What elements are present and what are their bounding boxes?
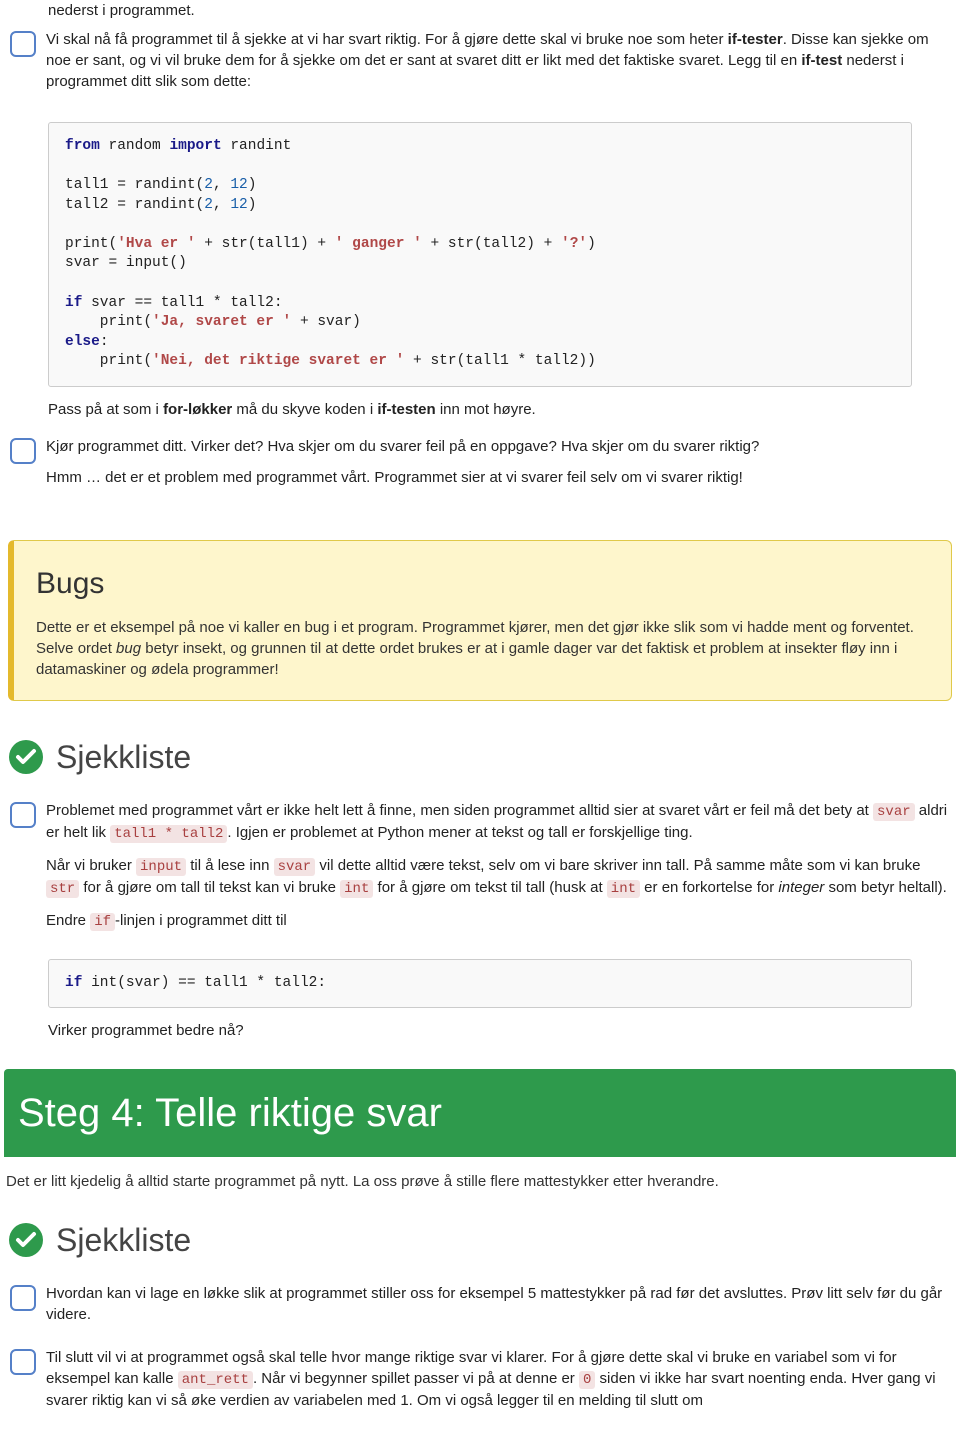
checkbox[interactable] — [10, 1349, 36, 1375]
sjekkliste-heading-2: Sjekkliste — [2, 1208, 958, 1281]
task-text: Vi skal nå få programmet til å sjekke at… — [46, 29, 950, 102]
step-4-header: Steg 4: Telle riktige svar — [4, 1069, 956, 1157]
inline-code: int — [340, 880, 373, 898]
checkbox[interactable] — [10, 31, 36, 57]
inline-code: input — [136, 858, 186, 876]
sjekkliste-heading-1: Sjekkliste — [2, 725, 958, 798]
task-item-fix-int: Problemet med programmet vårt er ikke he… — [2, 798, 958, 953]
checkbox[interactable] — [10, 802, 36, 828]
bugs-title: Bugs — [36, 563, 929, 605]
checkbox[interactable] — [10, 438, 36, 464]
task-text: Til slutt vil vi at programmet også skal… — [46, 1347, 950, 1422]
inline-code: str — [46, 880, 79, 898]
step-4-subtitle: Det er litt kjedelig å alltid starte pro… — [2, 1157, 958, 1208]
task-item-run: Kjør programmet ditt. Virker det? Hva sk… — [2, 434, 958, 508]
task-text: Kjør programmet ditt. Virker det? Hva sk… — [46, 436, 950, 498]
fragment-top: nederst i programmet. — [48, 0, 950, 21]
inline-code: 0 — [579, 1371, 595, 1389]
task-text: Problemet med programmet vårt er ikke he… — [46, 800, 950, 943]
inline-code: tall1 * tall2 — [110, 825, 227, 843]
task-item-loop: Hvordan kan vi lage en løkke slik at pro… — [2, 1281, 958, 1345]
check-circle-icon — [8, 739, 44, 775]
task-text: Hvordan kan vi lage en løkke slik at pro… — [46, 1283, 950, 1335]
bugs-infobox: Bugs Dette er et eksempel på noe vi kall… — [8, 540, 952, 701]
inline-code: svar — [873, 803, 915, 821]
note-indent: Pass på at som i for-løkker må du skyve … — [48, 399, 950, 420]
inline-code: int — [607, 880, 640, 898]
check-circle-icon — [8, 1222, 44, 1258]
task-item-count: Til slutt vil vi at programmet også skal… — [2, 1345, 958, 1431]
task-item-if-test: Vi skal nå få programmet til å sjekke at… — [2, 27, 958, 112]
code-block-1: from random import randint tall1 = randi… — [48, 122, 912, 387]
inline-code: if — [90, 913, 115, 931]
note-better: Virker programmet bedre nå? — [48, 1020, 950, 1041]
inline-code: ant_rett — [178, 1371, 253, 1389]
checkbox[interactable] — [10, 1285, 36, 1311]
code-block-2: if int(svar) == tall1 * tall2: — [48, 959, 912, 1009]
inline-code: svar — [274, 858, 316, 876]
